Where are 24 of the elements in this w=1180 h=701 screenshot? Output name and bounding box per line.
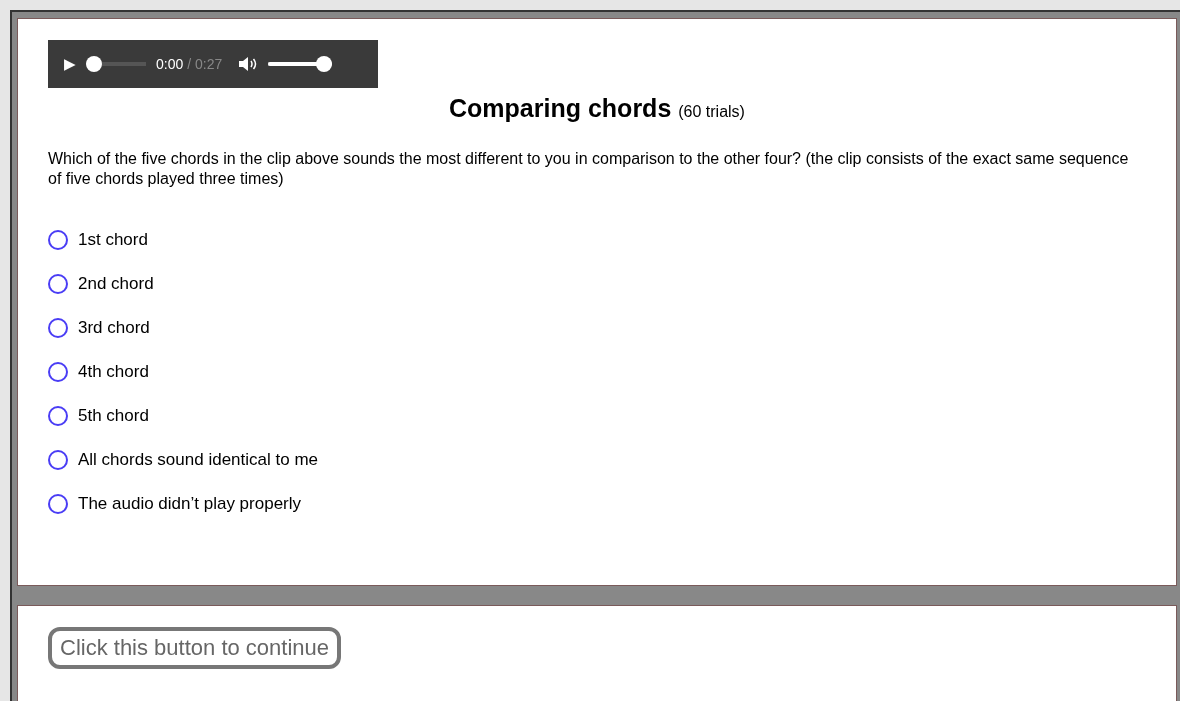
option-label[interactable]: The audio didn’t play properly [78,494,302,514]
radio-button[interactable] [48,362,68,382]
option-label[interactable]: 3rd chord [78,318,150,338]
duration: / 0:27 [187,56,223,72]
option-label[interactable]: All chords sound identical to me [78,450,319,470]
question-text: Which of the five chords in the clip above sounds the most different to you in comparison to the other four? (the clip consists of the exact same sequence of five chords played three times) [48,149,1130,189]
radio-button[interactable] [48,230,68,250]
page-title: Comparing chords [449,94,672,122]
option-label[interactable]: 4th chord [78,362,149,382]
radio-button[interactable] [48,406,68,426]
radio-button[interactable] [48,494,68,514]
progress-thumb[interactable] [86,56,102,72]
volume-thumb[interactable] [316,56,333,72]
current-time: 0:00 [156,56,184,72]
speaker-icon[interactable] [238,56,259,72]
radio-button[interactable] [48,318,68,338]
radio-button[interactable] [48,274,68,294]
trial-count: (60 trials) [678,103,745,120]
radio-button[interactable] [48,450,68,470]
option-label[interactable]: 2nd chord [78,274,154,294]
option-label[interactable]: 5th chord [78,406,149,426]
option-label[interactable]: 1st chord [78,230,148,250]
play-button[interactable]: ▶ [64,55,76,73]
continue-button[interactable]: Click this button to continue [48,627,342,669]
